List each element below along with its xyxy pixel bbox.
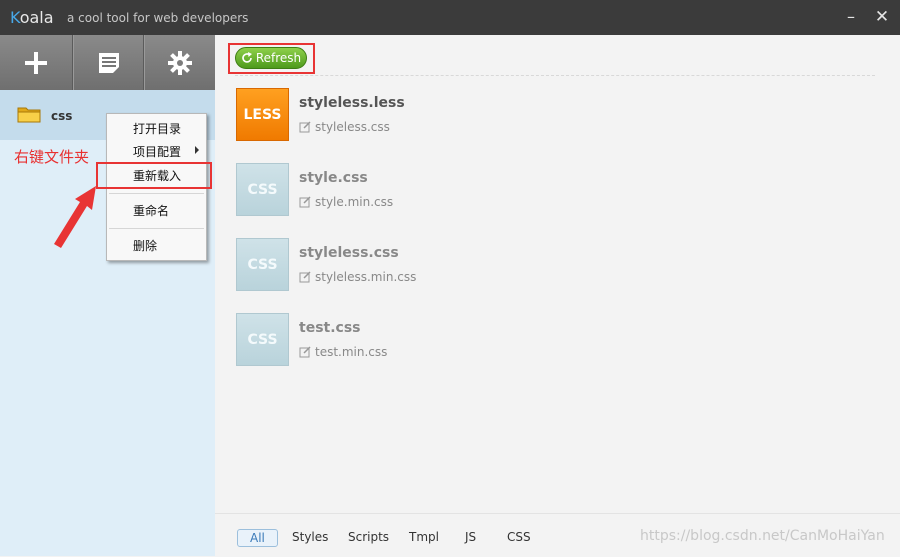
tab-styles[interactable]: Styles [292, 530, 328, 544]
submenu-arrow-icon [195, 146, 199, 154]
menu-item-delete[interactable]: 删除 [133, 237, 157, 254]
menu-item-open-directory[interactable]: 打开目录 [133, 120, 181, 137]
file-name: style.css [299, 170, 368, 186]
tab-all[interactable]: All [237, 529, 278, 547]
file-type-badge: CSS [236, 238, 289, 291]
add-project-button[interactable] [0, 35, 71, 90]
log-button[interactable] [72, 35, 144, 90]
close-button[interactable]: ✕ [871, 6, 893, 28]
app-logo: Koala [10, 8, 54, 27]
highlight-box-refresh [228, 43, 315, 74]
edit-icon [299, 346, 311, 358]
gear-icon [168, 50, 192, 75]
file-item[interactable]: CSS styleless.css styleless.min.css [236, 238, 836, 292]
menu-item-rename[interactable]: 重命名 [133, 202, 169, 219]
file-item[interactable]: CSS style.css style.min.css [236, 163, 836, 217]
title-bar: Koala a cool tool for web developers – ✕ [0, 0, 900, 35]
file-name: test.css [299, 320, 361, 336]
output-path[interactable]: styleless.min.css [299, 270, 416, 284]
app-tagline: a cool tool for web developers [67, 11, 249, 25]
tab-css[interactable]: CSS [507, 530, 531, 544]
divider [235, 75, 875, 76]
sidebar-toolbar [0, 35, 215, 90]
file-list-panel: Refresh LESS styleless.less styleless.cs… [215, 35, 900, 513]
plus-icon [24, 51, 47, 74]
tab-scripts[interactable]: Scripts [348, 530, 389, 544]
file-name: styleless.css [299, 245, 399, 261]
annotation-arrow-left [54, 186, 96, 248]
minimize-button[interactable]: – [840, 6, 862, 28]
output-path[interactable]: style.min.css [299, 195, 393, 209]
tab-js[interactable]: JS [465, 530, 476, 544]
annotation-label: 右键文件夹 [14, 148, 90, 166]
folder-name: css [51, 109, 73, 123]
document-icon [98, 52, 119, 73]
file-item[interactable]: CSS test.css test.min.css [236, 313, 836, 367]
highlight-box-reload [96, 162, 212, 189]
file-type-badge: CSS [236, 163, 289, 216]
menu-separator [109, 193, 204, 194]
file-item[interactable]: LESS styleless.less styleless.css [236, 88, 836, 142]
menu-item-project-settings[interactable]: 项目配置 [133, 143, 181, 160]
menu-separator [109, 228, 204, 229]
output-path[interactable]: styleless.css [299, 120, 390, 134]
output-path[interactable]: test.min.css [299, 345, 387, 359]
edit-icon [299, 271, 311, 283]
folder-icon [17, 105, 41, 123]
edit-icon [299, 196, 311, 208]
settings-button[interactable] [143, 35, 216, 90]
tab-tmpl[interactable]: Tmpl [409, 530, 439, 544]
file-type-badge: LESS [236, 88, 289, 141]
file-type-badge: CSS [236, 313, 289, 366]
file-name: styleless.less [299, 95, 405, 111]
watermark: https://blog.csdn.net/CanMoHaiYan [640, 528, 885, 544]
edit-icon [299, 121, 311, 133]
